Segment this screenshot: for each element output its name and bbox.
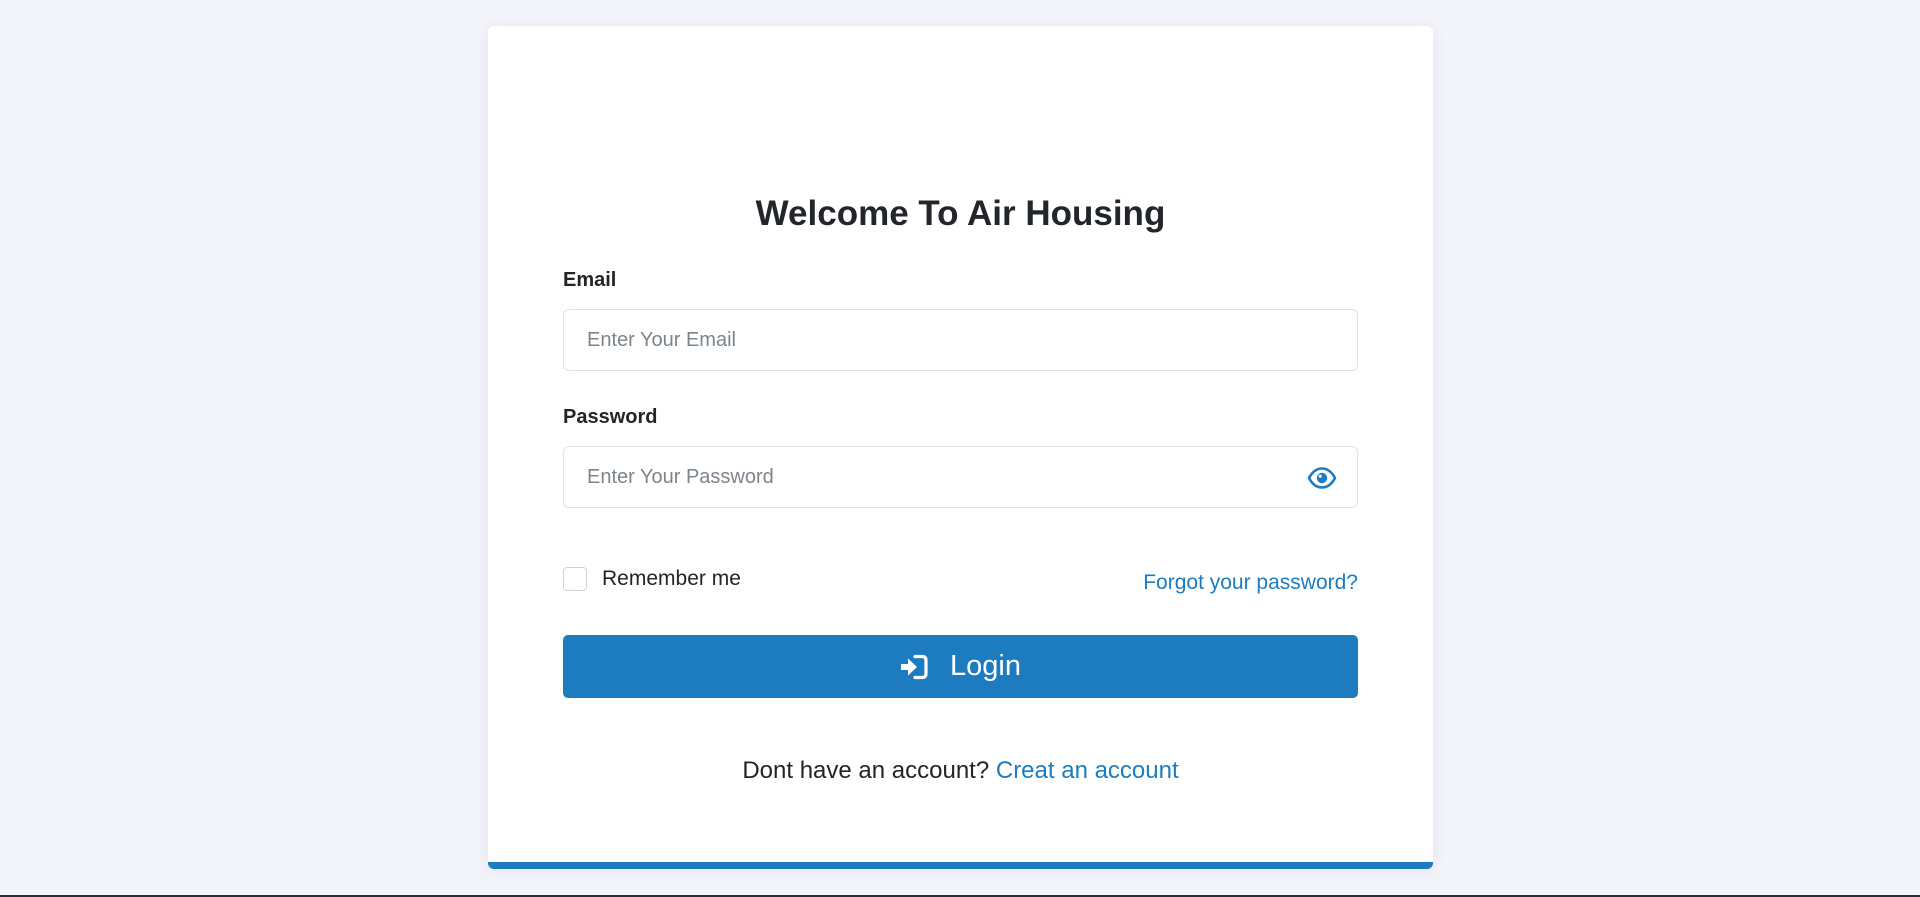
login-button[interactable]: Login	[563, 635, 1358, 698]
password-field-wrapper	[563, 446, 1358, 508]
password-input[interactable]	[564, 447, 1357, 507]
page-title: Welcome To Air Housing	[755, 194, 1166, 233]
eye-icon[interactable]	[1307, 466, 1337, 490]
remember-me-label[interactable]: Remember me	[602, 567, 741, 591]
login-card: Welcome To Air Housing Email Password Re…	[488, 26, 1433, 869]
remember-me-checkbox[interactable]	[563, 567, 587, 591]
sign-in-icon	[900, 654, 928, 680]
email-label: Email	[563, 269, 617, 291]
signup-prompt-line: Dont have an account? Creat an account	[488, 757, 1433, 785]
email-field-wrapper	[563, 309, 1358, 371]
card-accent-bar	[488, 862, 1433, 869]
remember-me-group: Remember me	[563, 567, 741, 591]
forgot-password-link[interactable]: Forgot your password?	[1143, 571, 1358, 595]
signup-prompt: Dont have an account?	[742, 757, 990, 784]
password-label: Password	[563, 406, 658, 428]
login-button-label: Login	[950, 650, 1021, 682]
email-input[interactable]	[564, 310, 1357, 370]
create-account-link[interactable]: Creat an account	[996, 757, 1179, 784]
